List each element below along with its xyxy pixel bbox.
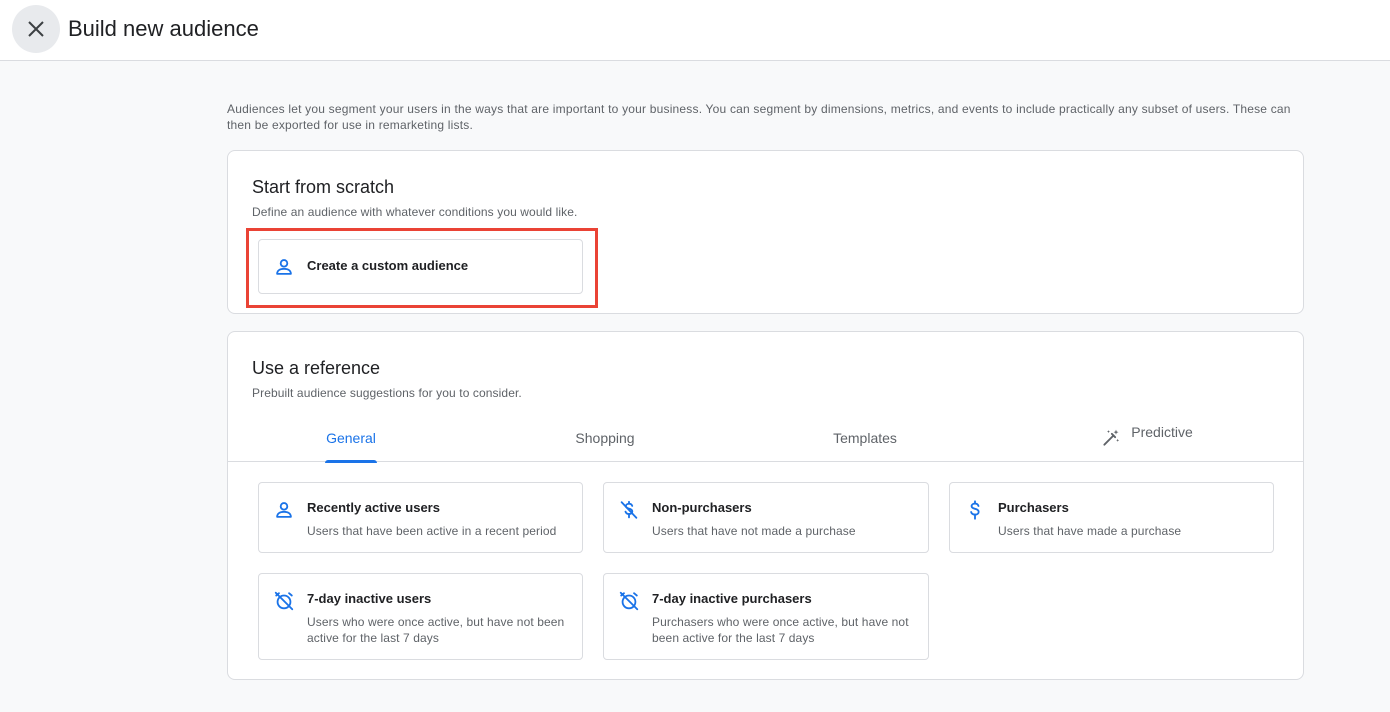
dollar-icon <box>970 500 980 520</box>
suggestion-description: Users who were once active, but have not… <box>307 615 565 645</box>
app-header: Build new audience <box>0 0 1390 61</box>
card-subtitle: Prebuilt audience suggestions for you to… <box>252 386 522 400</box>
person-icon <box>276 502 292 518</box>
tab-label: Templates <box>833 430 897 446</box>
magic-wand-icon <box>1103 429 1120 446</box>
intro-text: Audiences let you segment your users in … <box>227 102 1291 132</box>
tab-predictive[interactable]: Predictive <box>1096 408 1198 456</box>
suggestion-description: Users that have been active in a recent … <box>307 524 557 538</box>
person-icon <box>276 259 292 275</box>
close-icon <box>28 21 44 37</box>
audience-suggestion-recently-active-users[interactable]: Recently active users Users that have be… <box>258 482 583 553</box>
tab-label: Predictive <box>1131 424 1193 440</box>
card-title: Use a reference <box>252 358 381 378</box>
alarm-off-icon <box>619 591 639 611</box>
create-custom-audience-label: Create a custom audience <box>307 258 469 273</box>
audience-suggestion-7-day-inactive-purchasers[interactable]: 7-day inactive purchasers Purchasers who… <box>603 573 929 660</box>
suggestion-description: Purchasers who were once active, but hav… <box>652 615 909 645</box>
use-a-reference-card: Use a reference Prebuilt audience sugges… <box>227 331 1304 680</box>
suggestion-name: 7-day inactive purchasers <box>652 591 812 606</box>
card-subtitle: Define an audience with whatever conditi… <box>252 205 578 219</box>
tab-general[interactable]: General <box>325 414 377 463</box>
alarm-off-icon <box>274 591 294 611</box>
tab-label: Shopping <box>575 430 635 446</box>
suggestion-description: Users that have not made a purchase <box>652 524 856 538</box>
suggestion-name: Non-purchasers <box>652 500 752 515</box>
money-off-icon <box>620 500 638 519</box>
suggestion-name: 7-day inactive users <box>307 591 432 606</box>
tab-templates[interactable]: Templates <box>830 414 900 462</box>
close-button[interactable] <box>12 5 60 53</box>
audience-suggestion-non-purchasers[interactable]: Non-purchasers Users that have not made … <box>603 482 929 553</box>
active-tab-indicator <box>325 460 377 463</box>
page-title: Build new audience <box>68 16 259 41</box>
suggestion-name: Recently active users <box>307 500 440 515</box>
audience-suggestion-7-day-inactive-users[interactable]: 7-day inactive users Users who were once… <box>258 573 583 660</box>
create-custom-audience-button[interactable]: Create a custom audience <box>258 239 583 294</box>
start-from-scratch-card: Start from scratch Define an audience wi… <box>227 150 1304 314</box>
card-title: Start from scratch <box>252 177 395 197</box>
suggestion-name: Purchasers <box>998 500 1069 515</box>
suggestion-description: Users that have made a purchase <box>998 524 1182 538</box>
tab-shopping[interactable]: Shopping <box>572 414 638 462</box>
audience-suggestion-purchasers[interactable]: Purchasers Users that have made a purcha… <box>949 482 1274 553</box>
reference-tabs: General Shopping Templates Predictive <box>228 414 1303 463</box>
tab-label: General <box>326 430 376 446</box>
